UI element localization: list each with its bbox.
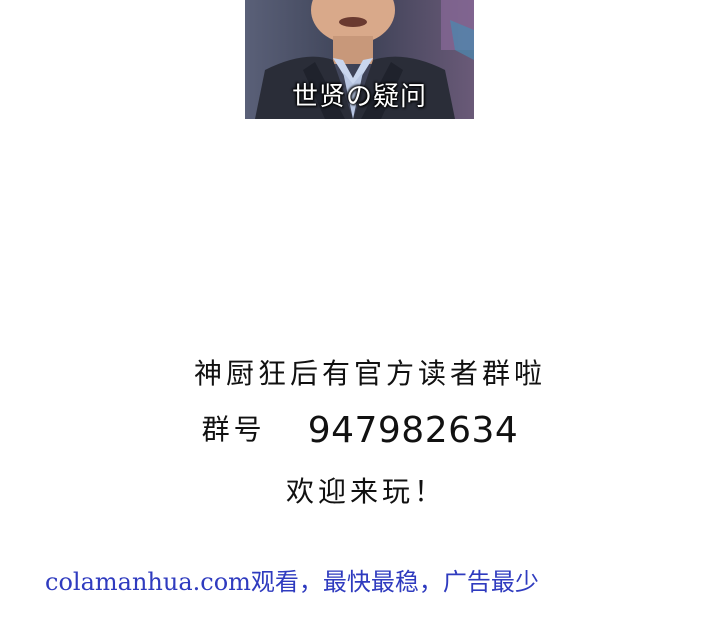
welcome-text: 欢迎来玩！ — [285, 475, 446, 508]
reader-group-announcement: 神厨狂后有官方读者群啦 — [193, 357, 546, 390]
site-watermark: colamanhua.com观看，最快最稳，广告最少 — [45, 568, 539, 596]
group-number-value: 947982634 — [307, 410, 519, 451]
meme-photo: 世贤の疑问 — [245, 0, 474, 119]
group-number-line: 群号 947982634 — [0, 408, 720, 451]
group-number-label: 群号 — [201, 413, 266, 446]
meme-caption: 世贤の疑问 — [291, 82, 427, 112]
